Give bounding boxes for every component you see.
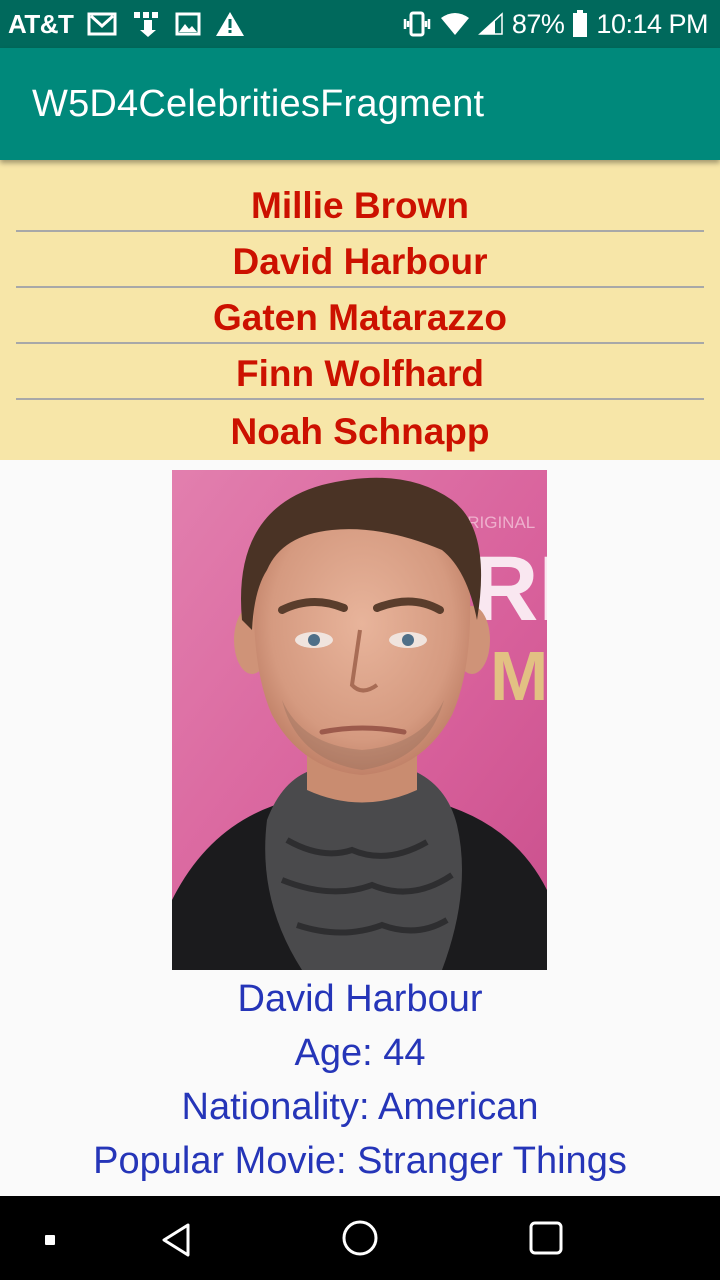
celebrity-name: David Harbour (237, 978, 483, 1020)
image-icon (175, 12, 201, 36)
list-item-david-harbour[interactable]: David Harbour (16, 234, 704, 290)
signal-icon (477, 12, 504, 36)
list-item-millie-brown[interactable]: Millie Brown (16, 178, 704, 234)
celebrity-nationality: Nationality: American (181, 1086, 539, 1128)
status-bar-right: 87% 10:14 PM (402, 9, 708, 40)
celebrity-age: Age: 44 (294, 1032, 426, 1074)
wifi-icon (440, 12, 470, 36)
list-item-noah-schnapp[interactable]: Noah Schnapp (16, 404, 704, 460)
status-bar: AT&T 87% 10:14 PM (0, 0, 720, 48)
home-icon[interactable] (334, 1212, 386, 1264)
notification-icon (131, 10, 161, 38)
celebrity-popular-movie: Popular Movie: Stranger Things (93, 1140, 627, 1182)
vibrate-icon (402, 11, 432, 37)
clock: 10:14 PM (596, 8, 708, 39)
navigation-bar (0, 1196, 720, 1280)
status-bar-left: AT&T (8, 9, 245, 40)
app-title: W5D4CelebritiesFragment (32, 82, 485, 125)
poster-text-my: MY (490, 637, 547, 715)
list-divider (16, 398, 704, 400)
carrier-label: AT&T (8, 8, 74, 39)
gmail-icon (87, 11, 117, 37)
celebrity-photo: ORIGINAL RE MY (172, 470, 547, 970)
list-divider (16, 230, 704, 232)
recent-apps-icon[interactable] (36, 1226, 64, 1254)
list-item-finn-wolfhard[interactable]: Finn Wolfhard (16, 346, 704, 402)
overview-icon[interactable] (520, 1212, 572, 1264)
warning-icon (215, 11, 245, 37)
celebrity-list[interactable]: Millie Brown David Harbour Gaten Mataraz… (0, 160, 720, 460)
list-item-gaten-matarazzo[interactable]: Gaten Matarazzo (16, 290, 704, 346)
battery-percent: 87% (511, 8, 565, 39)
back-icon[interactable] (150, 1214, 202, 1266)
battery-icon (572, 10, 588, 38)
list-divider (16, 342, 704, 344)
app-bar: W5D4CelebritiesFragment (0, 48, 720, 160)
list-divider (16, 286, 704, 288)
